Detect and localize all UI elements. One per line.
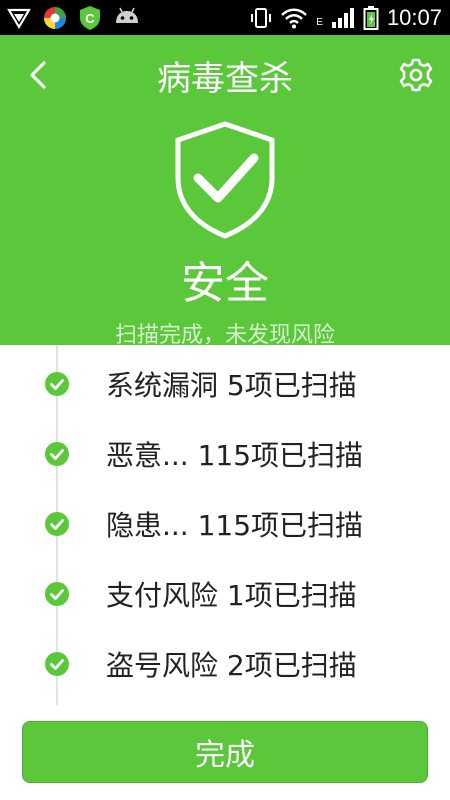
settings-button[interactable] xyxy=(396,55,436,95)
svg-text:C: C xyxy=(85,11,95,26)
list-item: 隐患... 115项已扫描 xyxy=(0,488,450,558)
list-item: 盗号风险 2项已扫描 xyxy=(0,628,450,698)
signal-icon xyxy=(331,7,354,28)
wifi-icon xyxy=(281,8,308,28)
status-bar: C E 10:07 xyxy=(0,0,450,35)
security-app-icon: C xyxy=(80,5,100,30)
android-icon xyxy=(116,7,138,23)
battery-icon xyxy=(363,5,379,30)
done-button[interactable]: 完成 xyxy=(22,721,428,783)
result-label: 盗号风险 2项已扫描 xyxy=(106,649,357,682)
check-circle-icon xyxy=(45,512,69,536)
check-circle-icon xyxy=(45,442,69,466)
browser-app-icon xyxy=(44,6,66,29)
scan-result-header: 病毒查杀 安全 扫描完成，未发现风险 xyxy=(0,35,450,345)
check-circle-icon xyxy=(45,582,69,606)
result-label: 隐患... 115项已扫描 xyxy=(106,509,364,542)
gear-icon xyxy=(399,58,433,92)
network-type-label: E xyxy=(316,17,323,28)
result-label: 系统漏洞 5项已扫描 xyxy=(106,369,357,402)
scan-results-list: 系统漏洞 5项已扫描 恶意... 115项已扫描 隐患... 115项已扫描 支… xyxy=(0,345,450,705)
security-status: 安全 xyxy=(181,258,269,309)
scan-summary: 扫描完成，未发现风险 xyxy=(114,323,335,345)
check-circle-icon xyxy=(45,652,69,676)
list-item: 系统漏洞 5项已扫描 xyxy=(0,348,450,418)
result-label: 恶意... 115项已扫描 xyxy=(106,439,364,472)
vibrate-icon xyxy=(251,7,272,28)
vpn-shield-icon xyxy=(7,8,31,29)
clock: 10:07 xyxy=(386,4,442,30)
result-label: 支付风险 1项已扫描 xyxy=(106,579,357,612)
page-title: 病毒查杀 xyxy=(157,59,293,99)
list-item: 恶意... 115项已扫描 xyxy=(0,418,450,488)
shield-check-icon xyxy=(175,121,275,239)
list-item: 支付风险 1项已扫描 xyxy=(0,558,450,628)
check-circle-icon xyxy=(45,372,69,396)
